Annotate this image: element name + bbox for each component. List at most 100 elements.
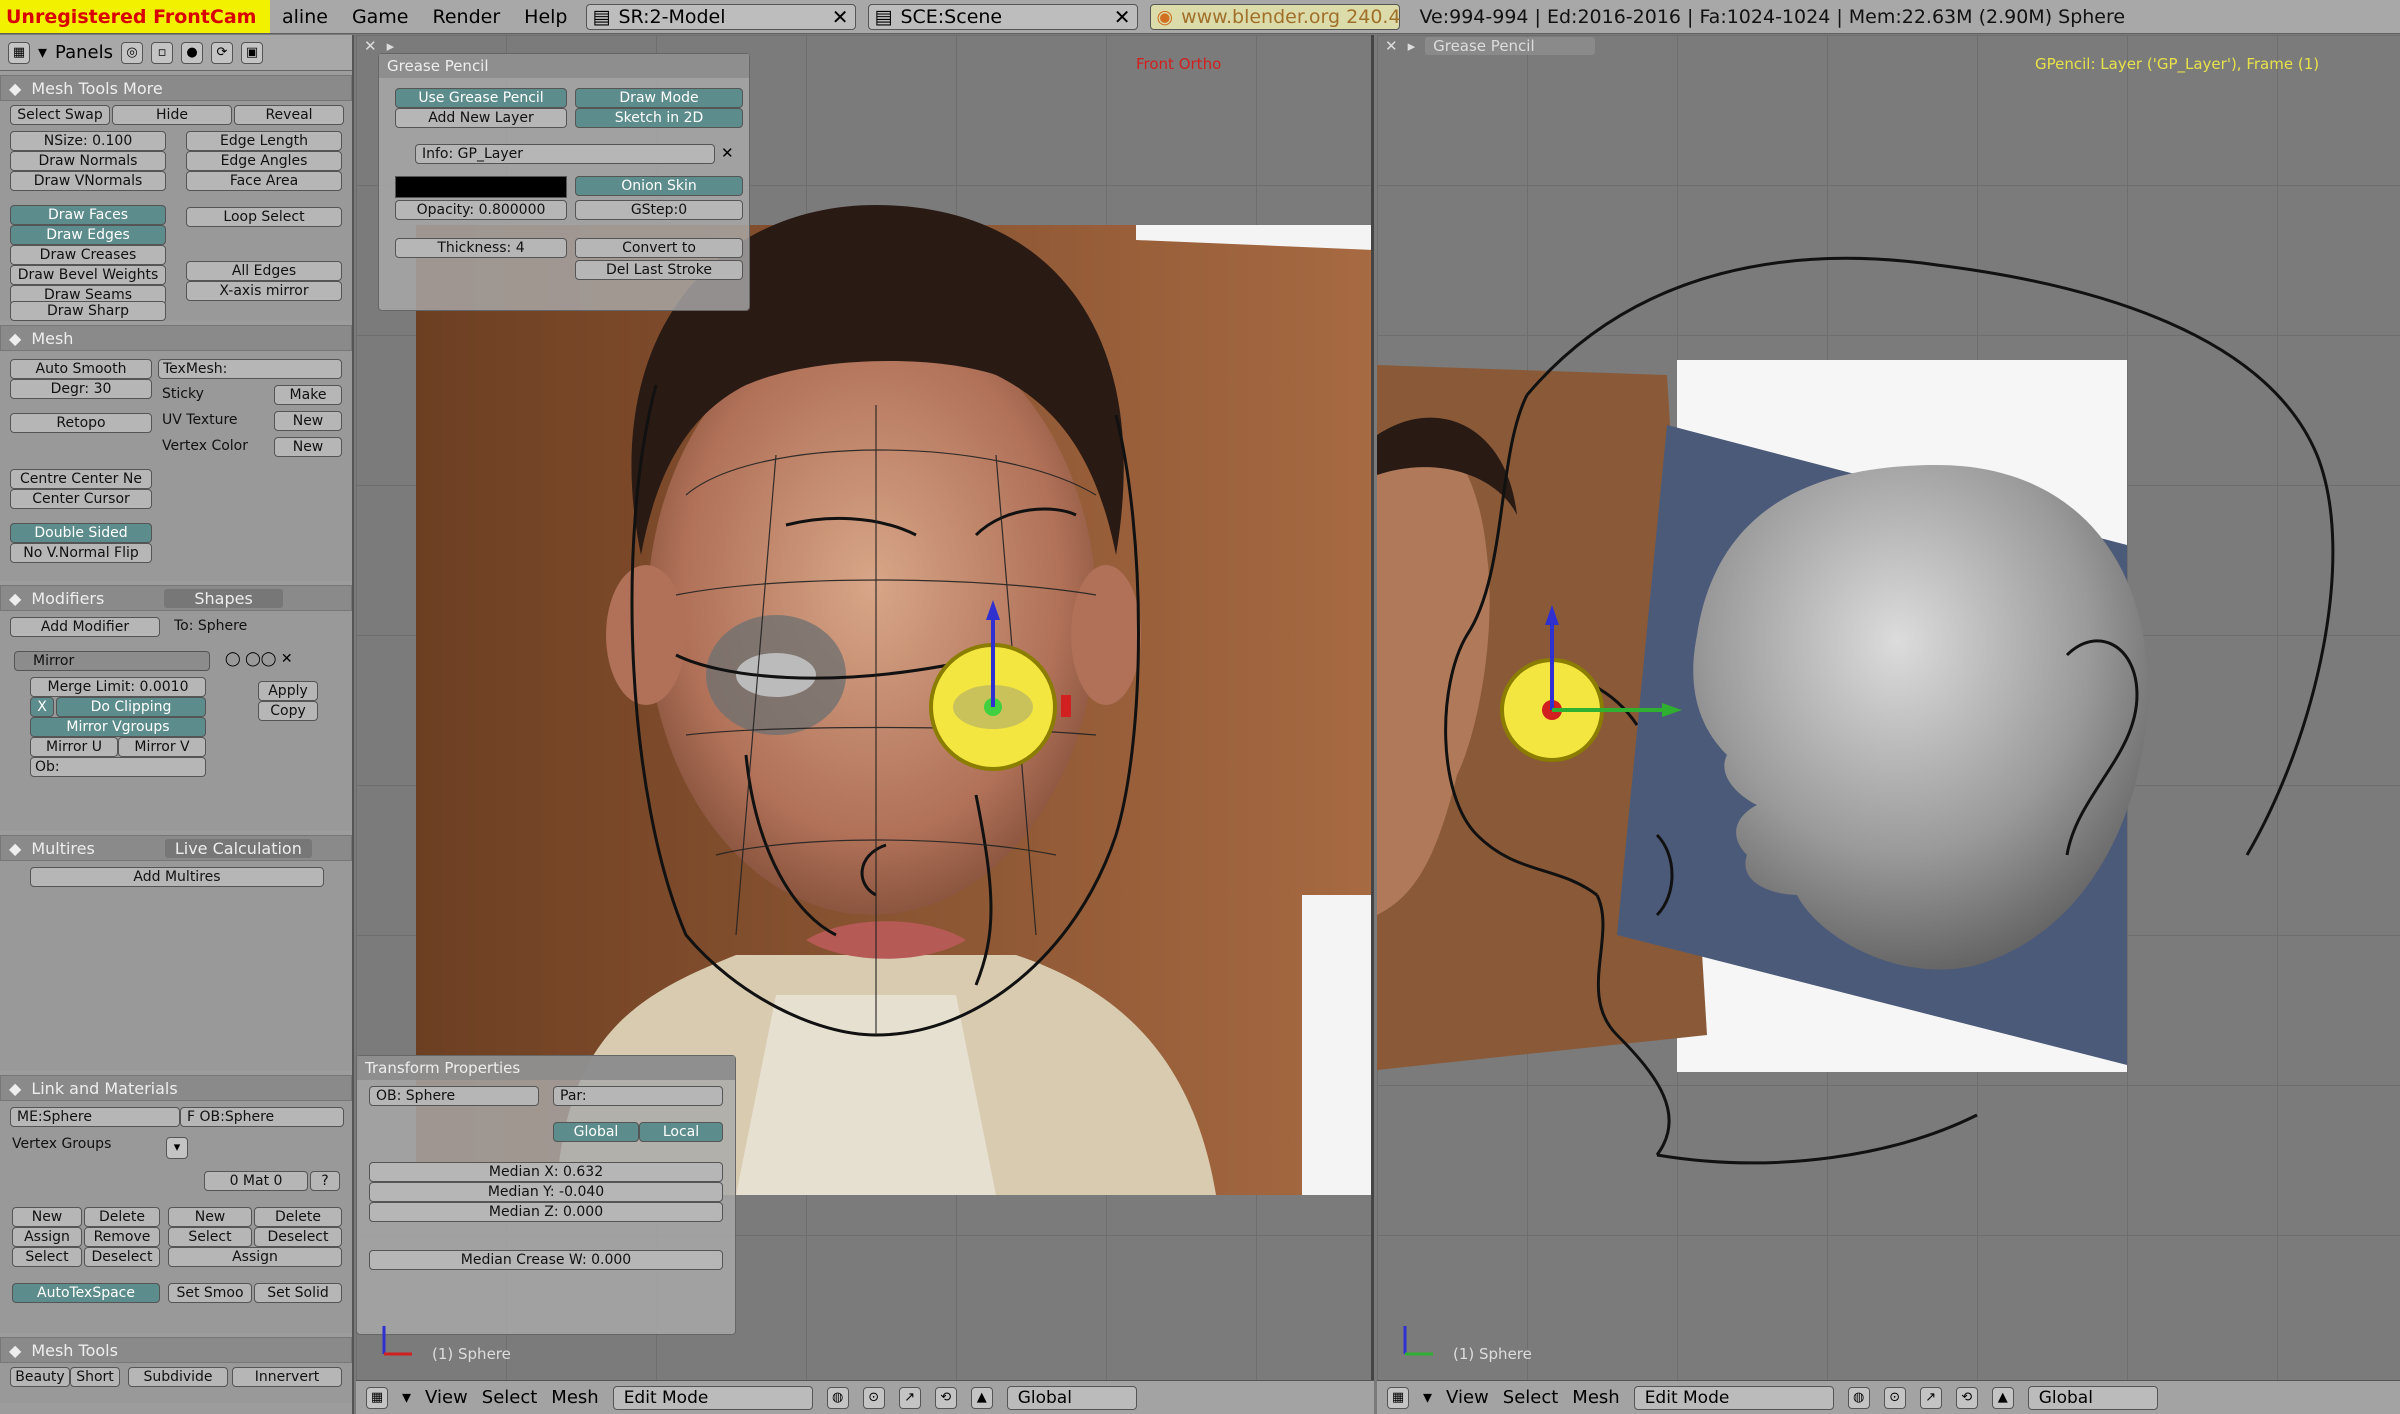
autotexspace-toggle[interactable]: AutoTexSpace (12, 1283, 160, 1303)
centre-new-button[interactable]: Centre Center Ne (10, 469, 152, 489)
material-new-button[interactable]: New (168, 1207, 252, 1227)
draw-type-icon[interactable]: ◍ (826, 1386, 849, 1409)
close-icon[interactable]: ✕ (832, 5, 849, 29)
texmesh-field[interactable]: TexMesh: (158, 359, 342, 379)
editing-icon[interactable]: ▣ (240, 41, 263, 64)
panel-modifiers[interactable]: ◆ Modifiers Shapes (0, 585, 352, 611)
window-type-icon[interactable]: ▦ (8, 41, 30, 64)
pivot-icon[interactable]: ⊙ (1883, 1386, 1906, 1409)
vgroup-delete-button[interactable]: Delete (84, 1207, 160, 1227)
select-swap-button[interactable]: Select Swap (10, 105, 110, 125)
thickness-slider[interactable]: Thickness: 4 (395, 238, 567, 258)
object-icon[interactable]: ⟳ (210, 41, 233, 64)
apply-modifier-button[interactable]: Apply (258, 681, 318, 701)
scale-icon[interactable]: ▲ (970, 1386, 993, 1409)
material-index-field[interactable]: 0 Mat 0 (204, 1171, 308, 1191)
window-type-icon[interactable]: ▦ (1387, 1386, 1409, 1409)
innervert-button[interactable]: Innervert (232, 1367, 342, 1387)
3d-viewport-front[interactable]: ✕ ▸ Front Ortho Grease Pencil Use Grease… (356, 35, 1374, 1380)
auto-smooth-toggle[interactable]: Auto Smooth (10, 359, 152, 379)
view-menu[interactable]: View (1446, 1387, 1489, 1408)
rotate-icon[interactable]: ⟲ (1955, 1386, 1978, 1409)
chevron-down-icon[interactable]: ▾ (1423, 1387, 1432, 1408)
menu-game[interactable]: Game (340, 6, 421, 28)
add-new-layer-button[interactable]: Add New Layer (395, 108, 567, 128)
loop-select-menu[interactable]: Loop Select (186, 207, 342, 227)
panel-mesh-tools-more[interactable]: ◆ Mesh Tools More (0, 75, 352, 101)
nsize-field[interactable]: NSize: 0.100 (10, 131, 166, 151)
object-name-field[interactable]: OB: Sphere (369, 1086, 539, 1106)
vgroup-remove-button[interactable]: Remove (84, 1227, 160, 1247)
collapse-icon[interactable]: ◆ (9, 79, 21, 98)
collapse-icon[interactable]: ◆ (9, 1341, 21, 1360)
panel-link-materials[interactable]: ◆ Link and Materials (0, 1075, 352, 1101)
use-grease-pencil-toggle[interactable]: Use Grease Pencil (395, 88, 567, 108)
reveal-button[interactable]: Reveal (234, 105, 344, 125)
mode-selector[interactable]: Edit Mode (1633, 1385, 1834, 1410)
mirror-x-toggle[interactable]: X (30, 697, 54, 717)
scene-selector[interactable]: ▤ SCE:Scene ✕ (867, 3, 1138, 30)
draw-vnormals-toggle[interactable]: Draw VNormals (10, 171, 166, 191)
chevron-down-icon[interactable]: ▾ (38, 42, 47, 63)
material-help-button[interactable]: ? (310, 1171, 340, 1191)
mirror-vgroups-toggle[interactable]: Mirror Vgroups (30, 717, 206, 737)
center-cursor-button[interactable]: Center Cursor (10, 489, 152, 509)
logic-icon[interactable]: ◎ (120, 41, 143, 64)
chevron-down-icon[interactable]: ▾ (402, 1387, 411, 1408)
draw-faces-toggle[interactable]: Draw Faces (10, 205, 166, 225)
do-clipping-toggle[interactable]: Do Clipping (56, 697, 206, 717)
no-vnormal-flip-toggle[interactable]: No V.Normal Flip (10, 543, 152, 563)
material-deselect-button[interactable]: Deselect (254, 1227, 342, 1247)
view-menu[interactable]: View (425, 1387, 468, 1408)
beauty-toggle[interactable]: Beauty (10, 1367, 70, 1387)
material-assign-button[interactable]: Assign (168, 1247, 342, 1267)
hide-button[interactable]: Hide (112, 105, 232, 125)
del-last-stroke-button[interactable]: Del Last Stroke (575, 260, 743, 280)
median-y-field[interactable]: Median Y: -0.040 (369, 1182, 723, 1202)
window-type-icon[interactable]: ▦ (366, 1386, 388, 1409)
draw-normals-toggle[interactable]: Draw Normals (10, 151, 166, 171)
draw-bevel-weights-toggle[interactable]: Draw Bevel Weights (10, 265, 166, 285)
mirror-u-toggle[interactable]: Mirror U (30, 737, 118, 757)
manipulator-icon[interactable]: ↗ (898, 1386, 921, 1409)
menu-help[interactable]: Help (512, 6, 579, 28)
vertex-group-menu-icon[interactable]: ▾ (166, 1137, 188, 1159)
retopo-toggle[interactable]: Retopo (10, 413, 152, 433)
mirror-object-field[interactable]: Ob: (30, 757, 206, 777)
panel-multires[interactable]: ◆ Multires Live Calculation (0, 835, 352, 861)
degr-field[interactable]: Degr: 30 (10, 379, 152, 399)
double-sided-toggle[interactable]: Double Sided (10, 523, 152, 543)
median-crease-field[interactable]: Median Crease W: 0.000 (369, 1250, 723, 1270)
local-toggle[interactable]: Local (639, 1122, 723, 1142)
mesh-menu[interactable]: Mesh (1572, 1387, 1619, 1408)
sketch-in-2d-toggle[interactable]: Sketch in 2D (575, 108, 743, 128)
material-select-button[interactable]: Select (168, 1227, 252, 1247)
layer-color-swatch[interactable] (395, 176, 567, 198)
modifier-visibility-icons[interactable]: ◯ ◯◯ ✕ (225, 651, 293, 667)
face-area-toggle[interactable]: Face Area (186, 171, 342, 191)
median-x-field[interactable]: Median X: 0.632 (369, 1162, 723, 1182)
object-datablock-field[interactable]: F OB:Sphere (180, 1107, 344, 1127)
add-modifier-menu[interactable]: Add Modifier (10, 617, 160, 637)
rotate-icon[interactable]: ⟲ (934, 1386, 957, 1409)
collapse-icon[interactable]: ◆ (9, 839, 21, 858)
onion-skin-toggle[interactable]: Onion Skin (575, 176, 743, 196)
set-solid-button[interactable]: Set Solid (254, 1283, 342, 1303)
x-axis-mirror-toggle[interactable]: X-axis mirror (186, 281, 342, 301)
orientation-selector[interactable]: Global (1006, 1385, 1137, 1410)
collapse-icon[interactable]: ◆ (9, 589, 21, 608)
close-icon[interactable]: ✕ (721, 144, 734, 162)
orientation-selector[interactable]: Global (2027, 1385, 2158, 1410)
collapse-icon[interactable]: ◆ (9, 329, 21, 348)
short-toggle[interactable]: Short (70, 1367, 120, 1387)
copy-modifier-button[interactable]: Copy (258, 701, 318, 721)
new-vertex-color-button[interactable]: New (274, 437, 342, 457)
vgroup-deselect-button[interactable]: Deselect (84, 1247, 160, 1267)
global-toggle[interactable]: Global (553, 1122, 639, 1142)
vgroup-new-button[interactable]: New (12, 1207, 82, 1227)
manipulator-icon[interactable]: ↗ (1919, 1386, 1942, 1409)
pivot-icon[interactable]: ⊙ (862, 1386, 885, 1409)
parent-field[interactable]: Par: (553, 1086, 723, 1106)
close-icon[interactable]: ✕ (1114, 5, 1131, 29)
merge-limit-field[interactable]: Merge Limit: 0.0010 (30, 677, 206, 697)
